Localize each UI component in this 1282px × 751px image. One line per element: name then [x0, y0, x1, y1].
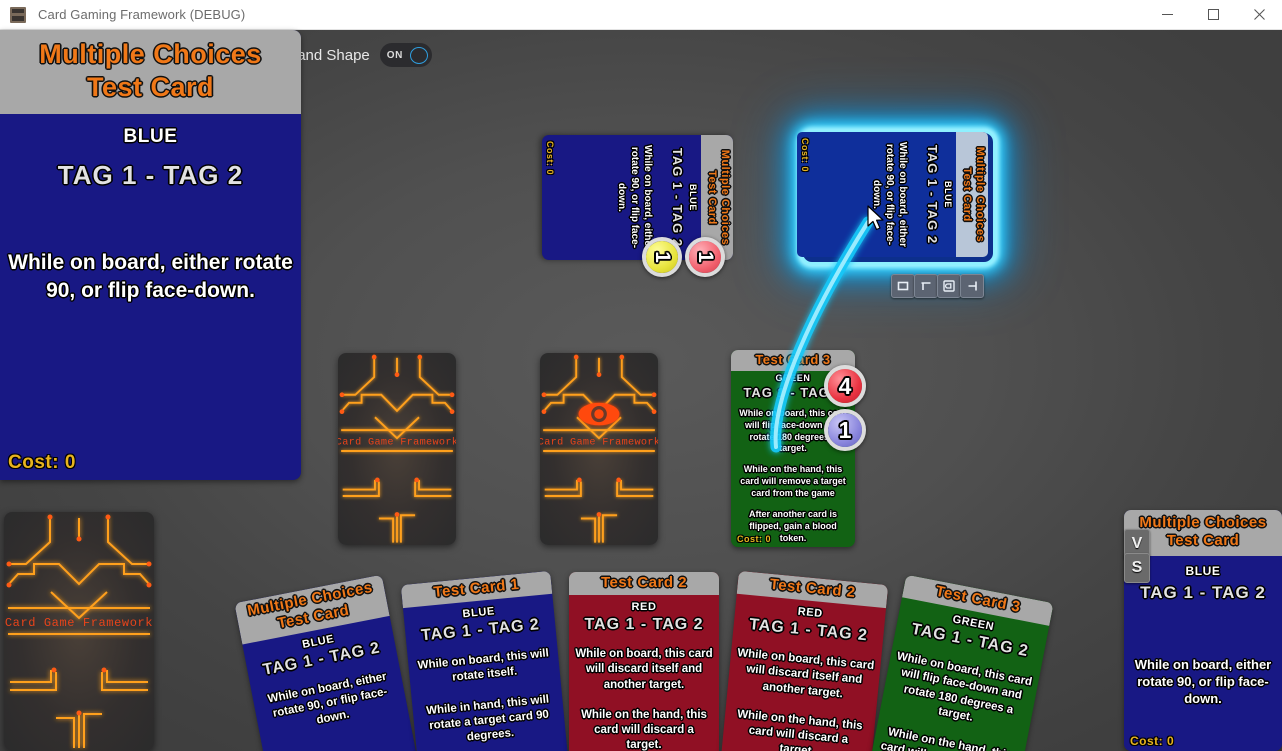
hand-card[interactable]: Multiple Choices Test Card BLUE TAG 1 - …	[234, 574, 423, 751]
card-colour: BLUE	[1185, 563, 1221, 578]
hand-card[interactable]: Test Card 1 BLUE TAG 1 - TAG 2 While on …	[400, 570, 571, 751]
card-rule-text: While on board, this card will flip face…	[879, 650, 1033, 751]
hand-card[interactable]: Test Card 3 GREEN TAG 1 - TAG 2 While on…	[865, 574, 1054, 751]
view-card-button-label: V	[1131, 535, 1143, 552]
token-value: 1	[651, 251, 674, 263]
card-body: BLUE TAG 1 - TAG 2 While on board, this …	[403, 594, 566, 751]
token-value: 4	[838, 372, 852, 399]
card-rule-text: While on board, this card will discard i…	[575, 648, 713, 751]
hand-card[interactable]: Test Card 2 RED TAG 1 - TAG 2 While on b…	[718, 570, 889, 751]
select-card-button-label: S	[1131, 559, 1143, 576]
card-name-line1: Test Card 2	[600, 574, 688, 591]
card-tags: TAG 1 - TAG 2	[1140, 582, 1266, 602]
card-colour: RED	[631, 601, 657, 614]
card-rule-text: While on board, either rotate 90, or fli…	[266, 670, 389, 727]
card-cost: Cost: 0	[1130, 734, 1175, 748]
card-body: RED TAG 1 - TAG 2 While on board, this c…	[722, 594, 886, 751]
mouse-cursor	[866, 205, 886, 238]
card-body: RED TAG 1 - TAG 2 While on board, this c…	[569, 595, 719, 751]
player-hand: Multiple Choices Test Card BLUE TAG 1 - …	[0, 0, 1282, 751]
card-rule-text: While on board, this will rotate itself.…	[417, 647, 550, 744]
token-badge[interactable]: 1	[824, 409, 866, 451]
card-header: Test Card 2	[569, 572, 719, 596]
select-card-button[interactable]: S	[1124, 553, 1150, 583]
card-tags: TAG 1 - TAG 2	[584, 616, 704, 634]
card-body: GREEN TAG 1 - TAG 2 While on board, this…	[869, 598, 1049, 751]
application-window: Card Gaming Framework (DEBUG) ment OFF O…	[0, 0, 1282, 751]
hand-card[interactable]: Test Card 2 RED TAG 1 - TAG 2 While on b…	[569, 572, 719, 751]
token-value: 1	[838, 416, 852, 443]
card-rule-text: While on board, either rotate 90, or fli…	[1134, 656, 1272, 706]
card-rule-text: While on board, this card will discard i…	[736, 647, 875, 751]
token-value: 1	[694, 251, 717, 263]
token-badge[interactable]: 4	[824, 365, 866, 407]
